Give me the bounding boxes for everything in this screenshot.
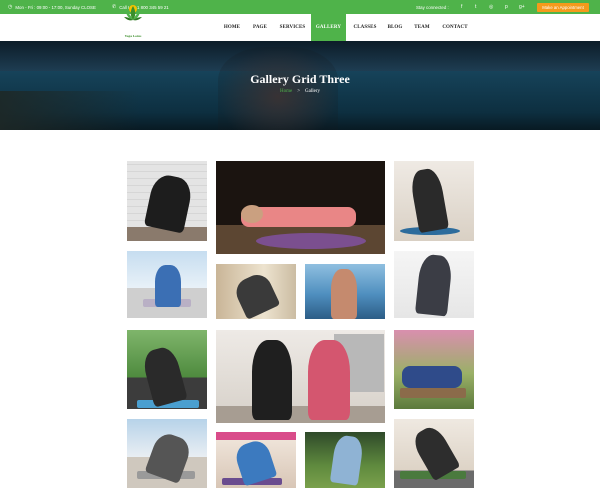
- page-title: Gallery Grid Three: [250, 72, 350, 86]
- gallery-photo[interactable]: [216, 432, 296, 488]
- gallery-photo[interactable]: [305, 264, 385, 319]
- banner-rock: [0, 91, 140, 130]
- gallery-photo[interactable]: [127, 161, 207, 241]
- gallery-photo[interactable]: [127, 419, 207, 488]
- gallery-photo[interactable]: [394, 330, 474, 409]
- nav-team[interactable]: TEAM: [410, 14, 434, 41]
- stay-connected-label: Stay connected :: [416, 4, 449, 10]
- gallery-photo[interactable]: [216, 161, 385, 254]
- gallery-photo[interactable]: [216, 330, 385, 423]
- gallery-photo[interactable]: [305, 432, 385, 488]
- twitter-icon[interactable]: t: [475, 0, 476, 14]
- top-bar: ◷ Mon - Fri : 09:00 - 17:00, Sunday CLOS…: [0, 0, 600, 14]
- nav-contact[interactable]: CONTACT: [438, 14, 472, 41]
- hours-text: Mon - Fri : 09:00 - 17:00, Sunday CLOSE: [15, 4, 96, 10]
- facebook-icon[interactable]: f: [461, 0, 462, 14]
- clock-icon: ◷: [8, 4, 13, 10]
- nav-blog[interactable]: BLOG: [384, 14, 406, 41]
- lotus-logo-icon: [124, 5, 142, 21]
- gallery-photo[interactable]: [216, 264, 296, 319]
- nav-classes[interactable]: CLASSES: [350, 14, 380, 41]
- nav-home[interactable]: HOME: [219, 14, 245, 41]
- breadcrumb-separator: >: [297, 89, 301, 94]
- nav-gallery[interactable]: GALLERY: [311, 14, 346, 41]
- breadcrumb-current: Gallery: [305, 89, 321, 94]
- make-appointment-button[interactable]: Make an Appointment: [537, 3, 589, 12]
- gallery-photo[interactable]: [394, 251, 474, 318]
- nav-page[interactable]: PAGE: [248, 14, 272, 41]
- pinterest-icon[interactable]: p: [505, 0, 508, 14]
- gallery-photo[interactable]: [127, 330, 207, 409]
- instagram-icon[interactable]: ◎: [489, 0, 493, 14]
- gallery-photo[interactable]: [394, 419, 474, 488]
- google-plus-icon[interactable]: g+: [519, 0, 525, 14]
- logo[interactable]: [118, 2, 148, 26]
- breadcrumb-home-link[interactable]: Home: [280, 89, 292, 94]
- gallery-photo[interactable]: [394, 161, 474, 241]
- breadcrumb: Home > Gallery: [0, 89, 600, 94]
- hours-info: ◷ Mon - Fri : 09:00 - 17:00, Sunday CLOS…: [8, 0, 96, 14]
- gallery-photo[interactable]: [127, 251, 207, 318]
- nav-services[interactable]: SERVICES: [276, 14, 309, 41]
- logo-text: Yoga Lotus: [124, 34, 142, 38]
- phone-icon: ✆: [112, 4, 117, 10]
